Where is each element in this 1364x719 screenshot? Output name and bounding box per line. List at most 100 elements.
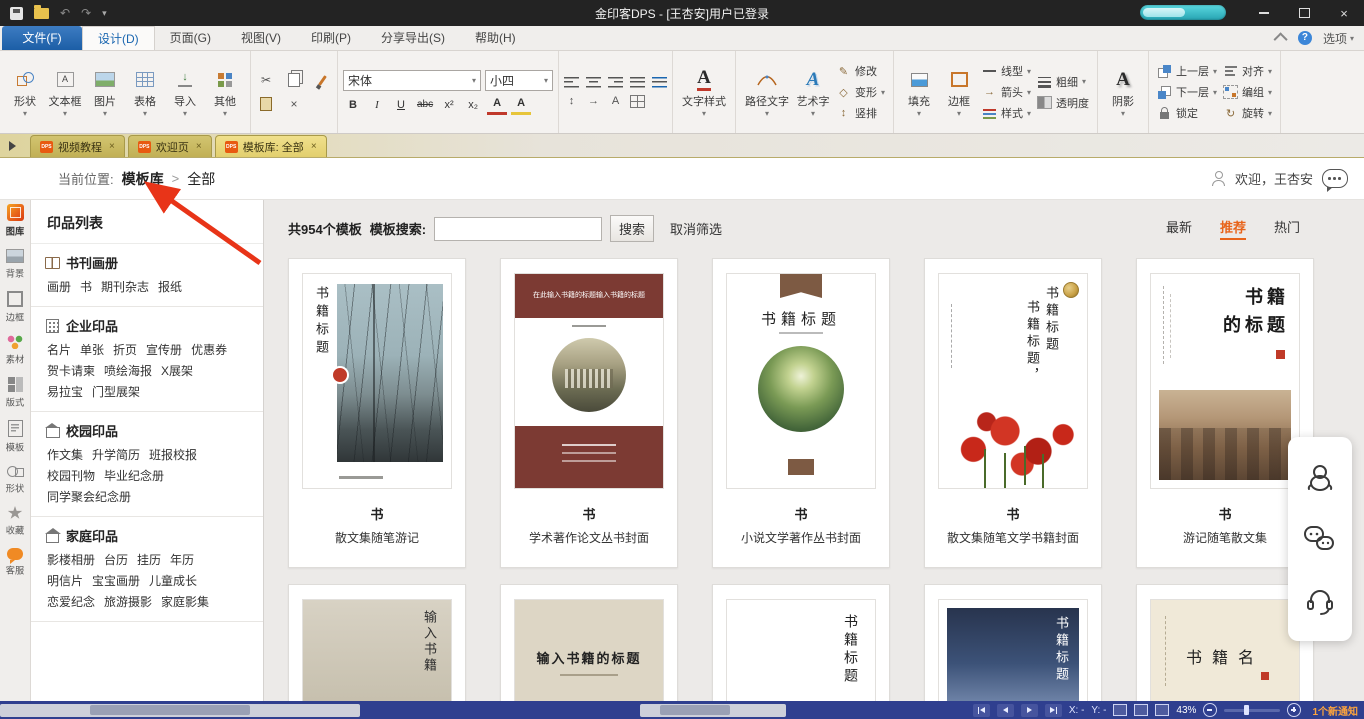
menu-tab-help[interactable]: 帮助(H) (460, 26, 531, 50)
rail-item-border[interactable]: 边框 (5, 291, 25, 324)
help-icon[interactable]: ? (1298, 31, 1312, 45)
insert-textbox-button[interactable]: A 文本框 ▾ (45, 53, 85, 131)
search-input[interactable] (434, 217, 602, 241)
sort-newest[interactable]: 最新 (1166, 217, 1192, 240)
category-item[interactable]: 门型展架 (92, 383, 140, 400)
highlight-color-button[interactable]: A (511, 95, 531, 115)
qat-dropdown-icon[interactable]: ▾ (102, 8, 107, 19)
art-text-button[interactable]: A 艺术字 ▾ (793, 53, 833, 131)
previous-page-button[interactable] (997, 704, 1014, 717)
template-card[interactable]: 书籍标题 书 散文集随笔游记 (288, 258, 466, 568)
border-button[interactable]: 边框 ▾ (939, 53, 979, 131)
cut-button[interactable]: ✂ (256, 71, 276, 89)
collapse-panel-icon[interactable] (9, 141, 16, 151)
text-grid-icon[interactable] (630, 95, 645, 108)
align-button[interactable]: 对齐 ▾ (1223, 63, 1272, 79)
paste-button[interactable] (256, 95, 276, 113)
subscript-button[interactable]: x₂ (463, 96, 483, 113)
insert-other-button[interactable]: 其他 ▾ (205, 53, 245, 131)
align-center-icon[interactable] (586, 77, 601, 88)
template-cover[interactable]: 书籍 的标题 (1150, 273, 1300, 489)
template-card[interactable]: 书籍标题 (924, 584, 1102, 701)
font-color-button[interactable]: A (487, 95, 507, 115)
template-cover[interactable]: 书籍标题 (726, 273, 876, 489)
view-mode-icon[interactable] (1113, 704, 1127, 716)
category-item[interactable]: 明信片 (47, 572, 83, 589)
category-item[interactable]: 书 (80, 278, 92, 295)
rail-item-material[interactable]: 素材 (5, 335, 25, 366)
category-item[interactable]: 喷绘海报 (104, 362, 152, 379)
transform-button[interactable]: ◇ 变形 ▾ (836, 84, 885, 100)
next-page-button[interactable] (1021, 704, 1038, 717)
open-folder-icon[interactable] (34, 8, 49, 19)
layer-down-button[interactable]: 下一层 ▾ (1157, 84, 1217, 100)
rail-item-template[interactable]: 模板 (5, 420, 25, 454)
category-item[interactable]: 贺卡请柬 (47, 362, 95, 379)
maximize-button[interactable] (1284, 0, 1324, 26)
align-justify-icon[interactable] (630, 77, 645, 88)
scrollbar-thumb[interactable] (660, 705, 730, 715)
close-tab-icon[interactable]: × (109, 141, 115, 152)
sort-hot[interactable]: 热门 (1274, 217, 1300, 240)
insert-image-button[interactable]: 图片 ▾ (85, 53, 125, 131)
rail-item-gallery[interactable]: 图库 (5, 204, 25, 238)
rail-item-favorites[interactable]: 收藏 (5, 506, 25, 537)
format-painter-button[interactable] (312, 71, 332, 89)
category-item[interactable]: 作文集 (47, 446, 83, 463)
wechat-icon[interactable] (1303, 524, 1337, 554)
message-icon[interactable] (1322, 169, 1348, 188)
category-item[interactable]: 报纸 (158, 278, 182, 295)
category-item[interactable]: X展架 (161, 362, 193, 379)
category-item[interactable]: 恋爱纪念 (47, 593, 95, 610)
category-item[interactable]: 易拉宝 (47, 383, 83, 400)
category-item[interactable]: 单张 (80, 341, 104, 358)
category-item[interactable]: 宝宝画册 (92, 572, 140, 589)
category-item[interactable]: 校园刊物 (47, 467, 95, 484)
category-item[interactable]: 优惠券 (191, 341, 227, 358)
template-cover[interactable]: 书籍名 (1150, 599, 1300, 701)
rail-item-service[interactable]: 客服 (5, 548, 25, 577)
last-page-button[interactable] (1045, 704, 1062, 717)
delete-button[interactable]: × (284, 95, 304, 113)
template-card[interactable]: 书籍标题 书 小说文学著作丛书封面 (712, 258, 890, 568)
align-distribute-icon[interactable] (652, 77, 667, 88)
template-cover[interactable]: 在此输入书籍的标题输入书籍的标题 (514, 273, 664, 489)
minimize-button[interactable] (1244, 0, 1284, 26)
category-item[interactable]: 升学简历 (92, 446, 140, 463)
notification-badge[interactable]: 1个新通知 (1308, 703, 1358, 718)
font-size-select[interactable]: 小四 ▾ (485, 70, 553, 91)
options-button[interactable]: 选项 ▾ (1323, 30, 1354, 47)
doc-tab-video-tutorial[interactable]: DPS 视频教程 × (30, 135, 125, 157)
section-header-campus[interactable]: 校园印品 (45, 421, 249, 440)
category-item[interactable]: 折页 (113, 341, 137, 358)
close-tab-icon[interactable]: × (196, 141, 202, 152)
save-icon[interactable] (10, 7, 23, 20)
layer-up-button[interactable]: 上一层 ▾ (1157, 63, 1217, 79)
strikethrough-button[interactable]: abc (415, 96, 435, 113)
breadcrumb-all[interactable]: 全部 (187, 169, 215, 189)
bold-button[interactable]: B (343, 96, 363, 113)
search-button[interactable]: 搜索 (610, 215, 654, 242)
category-item[interactable]: 家庭影集 (161, 593, 209, 610)
indent-icon[interactable]: → (586, 95, 601, 107)
template-cover[interactable]: 书籍标题 (302, 273, 452, 489)
category-item[interactable]: 名片 (47, 341, 71, 358)
arrow-style-button[interactable]: → 箭头 ▾ (982, 84, 1031, 100)
category-item[interactable]: 台历 (104, 551, 128, 568)
view-mode-icon[interactable] (1155, 704, 1169, 716)
insert-shape-button[interactable]: 形状 ▾ (5, 53, 45, 131)
italic-button[interactable]: I (367, 96, 387, 113)
menu-tab-print[interactable]: 印刷(P) (296, 26, 366, 50)
template-cover[interactable]: 书籍标题 (938, 599, 1088, 701)
menu-tab-design[interactable]: 设计(D) (82, 26, 155, 50)
customer-service-icon[interactable] (1304, 585, 1336, 617)
horizontal-scrollbar[interactable] (0, 704, 360, 717)
rail-item-layout[interactable]: 版式 (5, 377, 25, 409)
close-tab-icon[interactable]: × (311, 141, 317, 152)
category-item[interactable]: 挂历 (137, 551, 161, 568)
copy-button[interactable] (284, 71, 304, 89)
category-item[interactable]: 宣传册 (146, 341, 182, 358)
line-spacing-icon[interactable]: ↕ (564, 95, 579, 107)
line-weight-button[interactable]: 粗细 ▾ (1037, 74, 1089, 90)
menu-file-button[interactable]: 文件(F) (2, 26, 82, 50)
